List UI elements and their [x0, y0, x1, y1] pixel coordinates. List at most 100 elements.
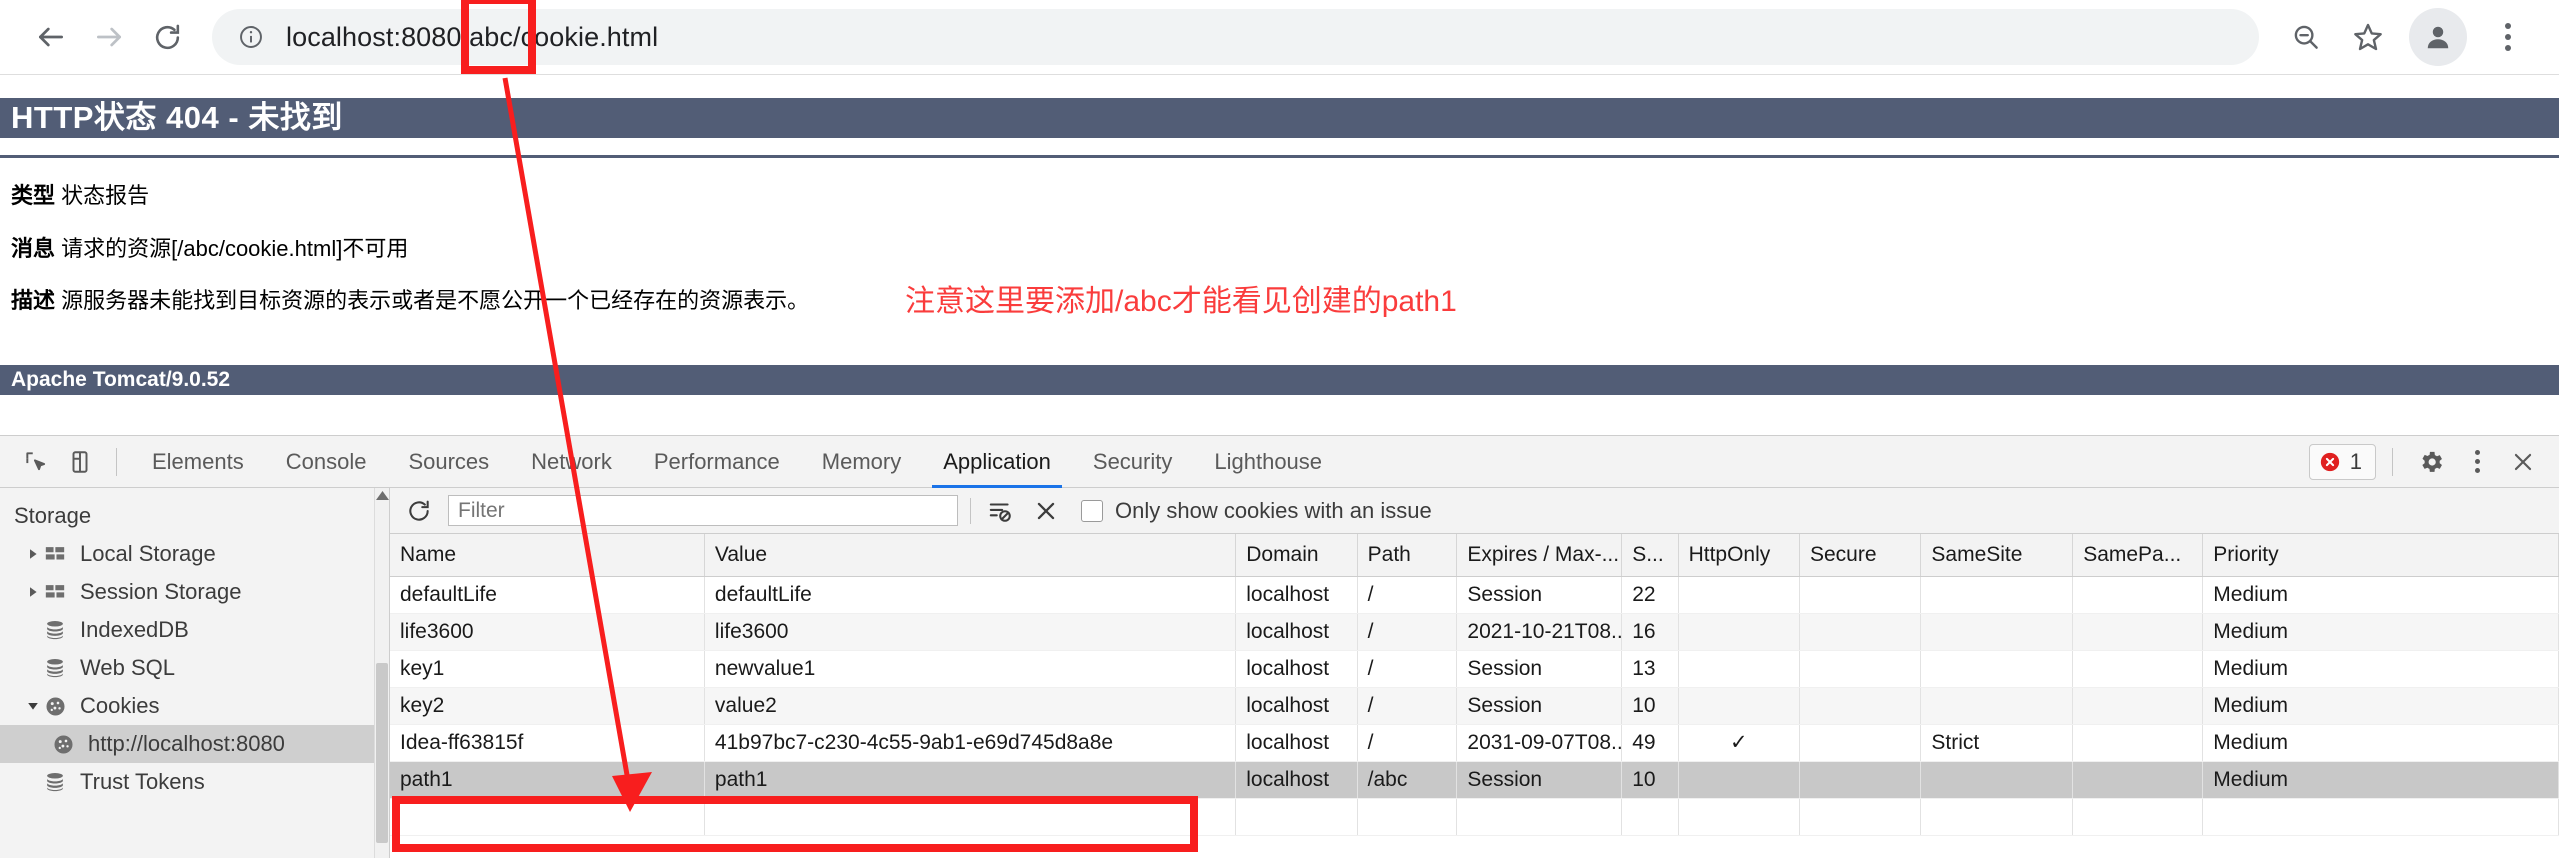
profile-avatar-button[interactable] [2409, 8, 2467, 66]
sidebar-item-web-sql[interactable]: Web SQL [0, 649, 389, 687]
cell-empty [1456, 798, 1623, 836]
tab-memory[interactable]: Memory [801, 436, 922, 488]
filter-input[interactable] [448, 495, 958, 526]
issue-filter-group[interactable]: Only show cookies with an issue [1081, 498, 1432, 524]
column-header-name[interactable]: Name [390, 534, 705, 577]
scroll-up-arrow-icon[interactable] [375, 491, 389, 500]
cell-expires: Session [1456, 650, 1623, 688]
cookies-table-container[interactable]: Name Value Domain Path Expires / Max-... S...… [390, 534, 2559, 858]
device-toolbar-button[interactable] [58, 440, 102, 484]
column-header-domain[interactable]: Domain [1235, 534, 1358, 577]
forward-button[interactable] [80, 8, 138, 66]
column-header-priority[interactable]: Priority [2202, 534, 2559, 577]
table-row[interactable]: key2 value2 localhost / Session 10 Medium [390, 687, 2559, 725]
back-button[interactable] [22, 8, 80, 66]
cookies-table-body: defaultLife defaultLife localhost / Session 2… [390, 576, 2559, 836]
chevron-right-icon[interactable] [22, 548, 44, 560]
cell-priority: Medium [2202, 613, 2559, 651]
table-row[interactable]: path1 path1 localhost/abc Session 10 Medium [390, 761, 2559, 799]
sidebar-item-http-localhost-8080[interactable]: http://localhost:8080 [0, 725, 389, 763]
table-row-empty[interactable] [390, 798, 2559, 836]
cell-httponly [1678, 761, 1800, 799]
only-show-issues-label: Only show cookies with an issue [1115, 497, 1432, 523]
horizontal-rule [0, 155, 2559, 158]
sidebar-item-indexeddb[interactable]: IndexedDB [0, 611, 389, 649]
info-circle-icon[interactable] [238, 24, 264, 50]
devtools-more-button[interactable] [2455, 440, 2499, 484]
cell-empty [2202, 798, 2559, 836]
column-header-samepa[interactable]: SamePa... [2072, 534, 2204, 577]
column-header-secure[interactable]: Secure [1799, 534, 1922, 577]
page-content: HTTP状态 404 - 未找到 类型 状态报告 消息 请求的资源[/abc/c… [0, 75, 2559, 435]
bookmark-button[interactable] [2339, 8, 2397, 66]
table-row[interactable]: key1 newvalue1 localhost / Session 13 Medium [390, 650, 2559, 688]
three-dots-vertical-icon [2505, 23, 2511, 51]
inspect-element-button[interactable] [14, 440, 58, 484]
sidebar-item-label: IndexedDB [80, 617, 189, 642]
table-row[interactable]: defaultLife defaultLife localhost / Session 2… [390, 576, 2559, 614]
address-bar-url: localhost:8080/abc/cookie.html [286, 21, 659, 52]
column-header-samesite[interactable]: SameSite [1920, 534, 2074, 577]
sidebar-item-trust-tokens[interactable]: Trust Tokens [0, 763, 389, 801]
devtools-settings-button[interactable] [2409, 440, 2453, 484]
sidebar-item-label: Trust Tokens [80, 769, 205, 794]
cell-path: / [1357, 613, 1458, 651]
column-header-value[interactable]: Value [704, 534, 1237, 577]
column-header-path[interactable]: Path [1357, 534, 1458, 577]
tab-lighthouse[interactable]: Lighthouse [1193, 436, 1343, 488]
tab-elements[interactable]: Elements [131, 436, 265, 488]
column-header-expires-max[interactable]: Expires / Max-... [1456, 534, 1623, 577]
sidebar-item-label: Cookies [80, 693, 160, 718]
tab-performance[interactable]: Performance [633, 436, 801, 488]
tab-console[interactable]: Console [265, 436, 388, 488]
sidebar-item-local-storage[interactable]: Local Storage [0, 535, 389, 573]
storage-section-heading: Storage [14, 503, 92, 528]
zoom-out-button[interactable] [2277, 8, 2335, 66]
sidebar-item-label: http://localhost:8080 [88, 731, 285, 756]
refresh-cookies-button[interactable] [402, 494, 436, 528]
cell-domain: localhost [1235, 761, 1358, 799]
cell-name: key2 [390, 687, 705, 725]
reload-button[interactable] [138, 8, 196, 66]
sidebar-item-session-storage[interactable]: Session Storage [0, 573, 389, 611]
column-header-httponly[interactable]: HttpOnly [1678, 534, 1800, 577]
chevron-right-icon[interactable] [22, 586, 44, 598]
error-description-value: 源服务器未能找到目标资源的表示或者是不愿公开一个已经存在的资源表示。 [61, 288, 810, 314]
only-show-issues-checkbox[interactable] [1081, 499, 1103, 522]
tab-network[interactable]: Network [510, 436, 633, 488]
sidebar-item-cookies[interactable]: Cookies [0, 687, 389, 725]
table-row[interactable]: life3600 life3600 localhost/2021-10-21T08.… [390, 613, 2559, 651]
address-bar[interactable]: localhost:8080/abc/cookie.html [212, 9, 2259, 65]
browser-menu-button[interactable] [2479, 8, 2537, 66]
sidebar-scrollbar-thumb[interactable] [376, 663, 388, 843]
cell-priority: Medium [2202, 650, 2559, 688]
cell-expires: Session [1456, 761, 1623, 799]
cell-httponly [1678, 650, 1800, 688]
toolbar-divider [116, 447, 117, 476]
refresh-icon [409, 500, 429, 521]
column-header-s[interactable]: S... [1621, 534, 1679, 577]
cell-expires: 2021-10-21T08... [1456, 613, 1623, 651]
devtools-body: Storage Local Storage Session Storage Inde… [0, 488, 2559, 858]
cell-samepartykey [2072, 687, 2204, 725]
error-count-label: 1 [2349, 448, 2362, 474]
clear-all-cookies-button[interactable] [1029, 494, 1063, 528]
devtools-close-button[interactable] [2501, 440, 2545, 484]
cell-size: 10 [1621, 761, 1679, 799]
storage-sidebar: Storage Local Storage Session Storage Inde… [0, 488, 390, 858]
chevron-down-icon[interactable] [22, 700, 44, 712]
filter-clear-icon [989, 502, 1011, 522]
devtools-tabbar-actions: 1 [2308, 440, 2545, 484]
tab-security[interactable]: Security [1072, 436, 1193, 488]
tab-application[interactable]: Application [922, 436, 1072, 488]
arrow-left-icon [39, 27, 63, 47]
clear-filter-button[interactable] [983, 494, 1017, 528]
database-icon [44, 771, 74, 793]
error-count-badge[interactable]: 1 [2308, 443, 2376, 480]
cell-priority: Medium [2202, 724, 2559, 762]
cell-samesite [1920, 576, 2074, 614]
table-row[interactable]: Idea-ff63815f 41b97bc7-c230-4c55-9ab1-e69… [390, 724, 2559, 762]
cookies-panel: Only show cookies with an issue NameValu… [390, 488, 2559, 858]
tab-sources[interactable]: Sources [387, 436, 510, 488]
sidebar-scrollbar[interactable] [374, 488, 389, 858]
